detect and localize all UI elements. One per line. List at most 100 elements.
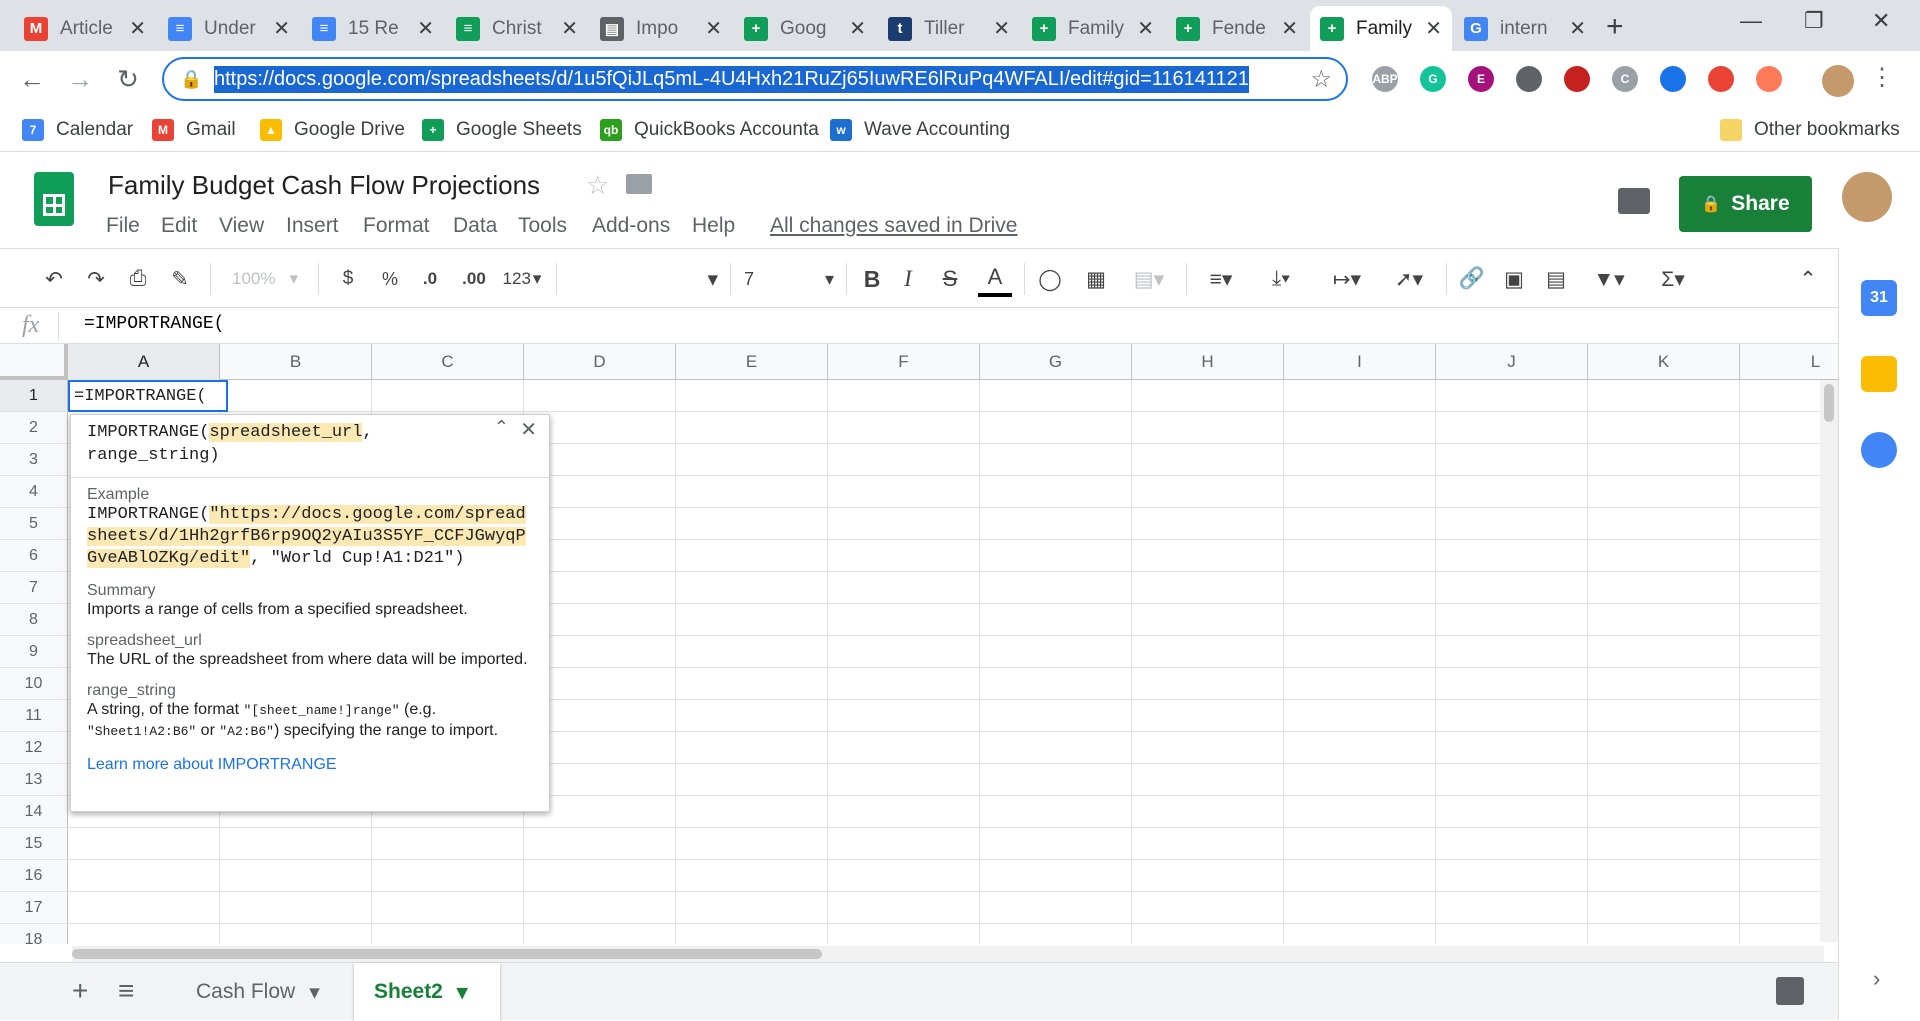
- bookmark-item[interactable]: w Wave Accounting: [830, 116, 1010, 144]
- strikethrough-icon[interactable]: S: [934, 261, 966, 297]
- browser-tab[interactable]: + Goog ✕: [734, 6, 876, 51]
- redo-icon[interactable]: ↷: [80, 261, 112, 297]
- menu-item[interactable]: Tools: [518, 214, 567, 238]
- learn-more-link[interactable]: Learn more about IMPORTRANGE: [87, 756, 533, 774]
- window-close-icon[interactable]: ✕: [1872, 8, 1890, 34]
- column-header[interactable]: C: [372, 344, 524, 380]
- vertical-align-icon[interactable]: ⤓▾: [1256, 261, 1306, 297]
- menu-item[interactable]: Edit: [161, 214, 197, 238]
- close-tab-icon[interactable]: ✕: [129, 16, 146, 41]
- extension-icon[interactable]: [1660, 66, 1686, 92]
- row-header[interactable]: 11: [0, 700, 68, 732]
- font-size-select[interactable]: 7 ▾: [744, 261, 834, 297]
- sheet-tab[interactable]: Sheet2 ▾: [354, 963, 500, 1021]
- undo-icon[interactable]: ↶: [38, 261, 70, 297]
- text-color-icon[interactable]: A: [978, 261, 1012, 297]
- chevron-down-icon[interactable]: ▾: [309, 980, 320, 1005]
- horizontal-align-icon[interactable]: ≡▾: [1196, 261, 1246, 297]
- address-bar[interactable]: 🔒 https://docs.google.com/spreadsheets/d…: [162, 57, 1348, 101]
- row-header[interactable]: 8: [0, 604, 68, 636]
- row-header[interactable]: 2: [0, 412, 68, 444]
- insert-chart-icon[interactable]: ▤: [1540, 261, 1572, 297]
- extension-icon[interactable]: G: [1420, 66, 1446, 92]
- increase-decimal-button[interactable]: .00: [454, 261, 494, 297]
- column-header[interactable]: E: [676, 344, 828, 380]
- bookmark-item[interactable]: ▲ Google Drive: [260, 116, 405, 144]
- extension-icon[interactable]: [1708, 66, 1734, 92]
- minimize-icon[interactable]: —: [1740, 8, 1762, 34]
- add-sheet-button[interactable]: +: [72, 975, 88, 1007]
- column-header[interactable]: K: [1588, 344, 1740, 380]
- decrease-decimal-button[interactable]: .0: [414, 261, 446, 297]
- bookmark-item[interactable]: 7 Calendar: [22, 116, 133, 144]
- close-tab-icon[interactable]: ✕: [849, 16, 866, 41]
- chevron-down-icon[interactable]: ▾: [457, 980, 468, 1005]
- menu-item[interactable]: File: [106, 214, 140, 238]
- share-button[interactable]: 🔒 Share: [1679, 176, 1812, 232]
- document-title[interactable]: Family Budget Cash Flow Projections: [108, 170, 540, 201]
- back-button[interactable]: ←: [14, 61, 50, 97]
- formula-input[interactable]: =IMPORTRANGE(: [84, 314, 224, 334]
- bold-icon[interactable]: B: [856, 261, 888, 297]
- close-tab-icon[interactable]: ✕: [1569, 16, 1586, 41]
- close-tab-icon[interactable]: ✕: [1425, 16, 1442, 41]
- column-header[interactable]: G: [980, 344, 1132, 380]
- calendar-icon[interactable]: 31: [1861, 280, 1897, 316]
- menu-item[interactable]: Data: [453, 214, 497, 238]
- vertical-scrollbar[interactable]: [1820, 380, 1838, 942]
- folder-icon[interactable]: [626, 174, 652, 194]
- row-header[interactable]: 5: [0, 508, 68, 540]
- extension-icon[interactable]: E: [1468, 66, 1494, 92]
- sheet-tab[interactable]: Cash Flow ▾: [176, 963, 348, 1021]
- bookmark-item[interactable]: M Gmail: [152, 116, 236, 144]
- filter-icon[interactable]: ▼▾: [1584, 261, 1634, 297]
- bookmark-item[interactable]: + Google Sheets: [422, 116, 582, 144]
- keep-icon[interactable]: [1861, 356, 1897, 392]
- profile-avatar[interactable]: [1822, 65, 1854, 97]
- row-header[interactable]: 18: [0, 924, 68, 944]
- fill-color-icon[interactable]: ◯: [1034, 261, 1066, 297]
- menu-item[interactable]: View: [219, 214, 264, 238]
- column-header[interactable]: L: [1740, 344, 1838, 380]
- browser-tab[interactable]: ≡ 15 Re ✕: [302, 6, 444, 51]
- explore-icon[interactable]: [1776, 977, 1804, 1005]
- extension-icon[interactable]: [1516, 66, 1542, 92]
- close-tab-icon[interactable]: ✕: [993, 16, 1010, 41]
- bookmark-item[interactable]: qb QuickBooks Accounta: [600, 116, 819, 144]
- spreadsheet-grid[interactable]: ABCDEFGHIJKL 1 2 3 4 5 6 7 8 9 10 11 12 13 14 15 16 17 18…: [0, 344, 1838, 944]
- extension-icon[interactable]: C: [1612, 66, 1638, 92]
- font-family-select[interactable]: ▾: [566, 261, 718, 297]
- browser-tab[interactable]: + Family ✕: [1022, 6, 1164, 51]
- functions-icon[interactable]: Σ▾: [1648, 261, 1698, 297]
- currency-format-button[interactable]: $: [332, 261, 364, 297]
- row-header[interactable]: 15: [0, 828, 68, 860]
- row-header[interactable]: 4: [0, 476, 68, 508]
- active-cell-a1[interactable]: =IMPORTRANGE(: [68, 380, 228, 412]
- text-rotation-icon[interactable]: ➚▾: [1382, 261, 1436, 297]
- merge-cells-icon[interactable]: ▤▾: [1124, 261, 1174, 297]
- menu-item[interactable]: Format: [363, 214, 430, 238]
- browser-tab[interactable]: ≡ Christ ✕: [446, 6, 588, 51]
- horizontal-scroll-thumb[interactable]: [72, 949, 822, 959]
- row-header[interactable]: 12: [0, 732, 68, 764]
- italic-icon[interactable]: I: [892, 261, 924, 297]
- column-header[interactable]: H: [1132, 344, 1284, 380]
- horizontal-scrollbar[interactable]: [72, 946, 1824, 962]
- browser-menu-icon[interactable]: ⋮: [1870, 63, 1894, 92]
- tasks-icon[interactable]: [1861, 432, 1897, 468]
- saved-status[interactable]: All changes saved in Drive: [770, 214, 1017, 238]
- close-tab-icon[interactable]: ✕: [417, 16, 434, 41]
- other-bookmarks[interactable]: Other bookmarks: [1720, 116, 1900, 144]
- url-text[interactable]: https://docs.google.com/spreadsheets/d/1…: [214, 65, 1249, 93]
- row-header[interactable]: 9: [0, 636, 68, 668]
- text-wrapping-icon[interactable]: ↦▾: [1320, 261, 1374, 297]
- bookmark-star-icon[interactable]: ☆: [1310, 65, 1332, 94]
- insert-link-icon[interactable]: 🔗: [1456, 261, 1488, 297]
- menu-item[interactable]: Help: [692, 214, 735, 238]
- browser-tab[interactable]: + Family ✕: [1310, 6, 1452, 51]
- vertical-scroll-thumb[interactable]: [1824, 384, 1834, 422]
- browser-tab[interactable]: + Fende ✕: [1166, 6, 1308, 51]
- row-header[interactable]: 13: [0, 764, 68, 796]
- row-header[interactable]: 3: [0, 444, 68, 476]
- close-tab-icon[interactable]: ✕: [273, 16, 290, 41]
